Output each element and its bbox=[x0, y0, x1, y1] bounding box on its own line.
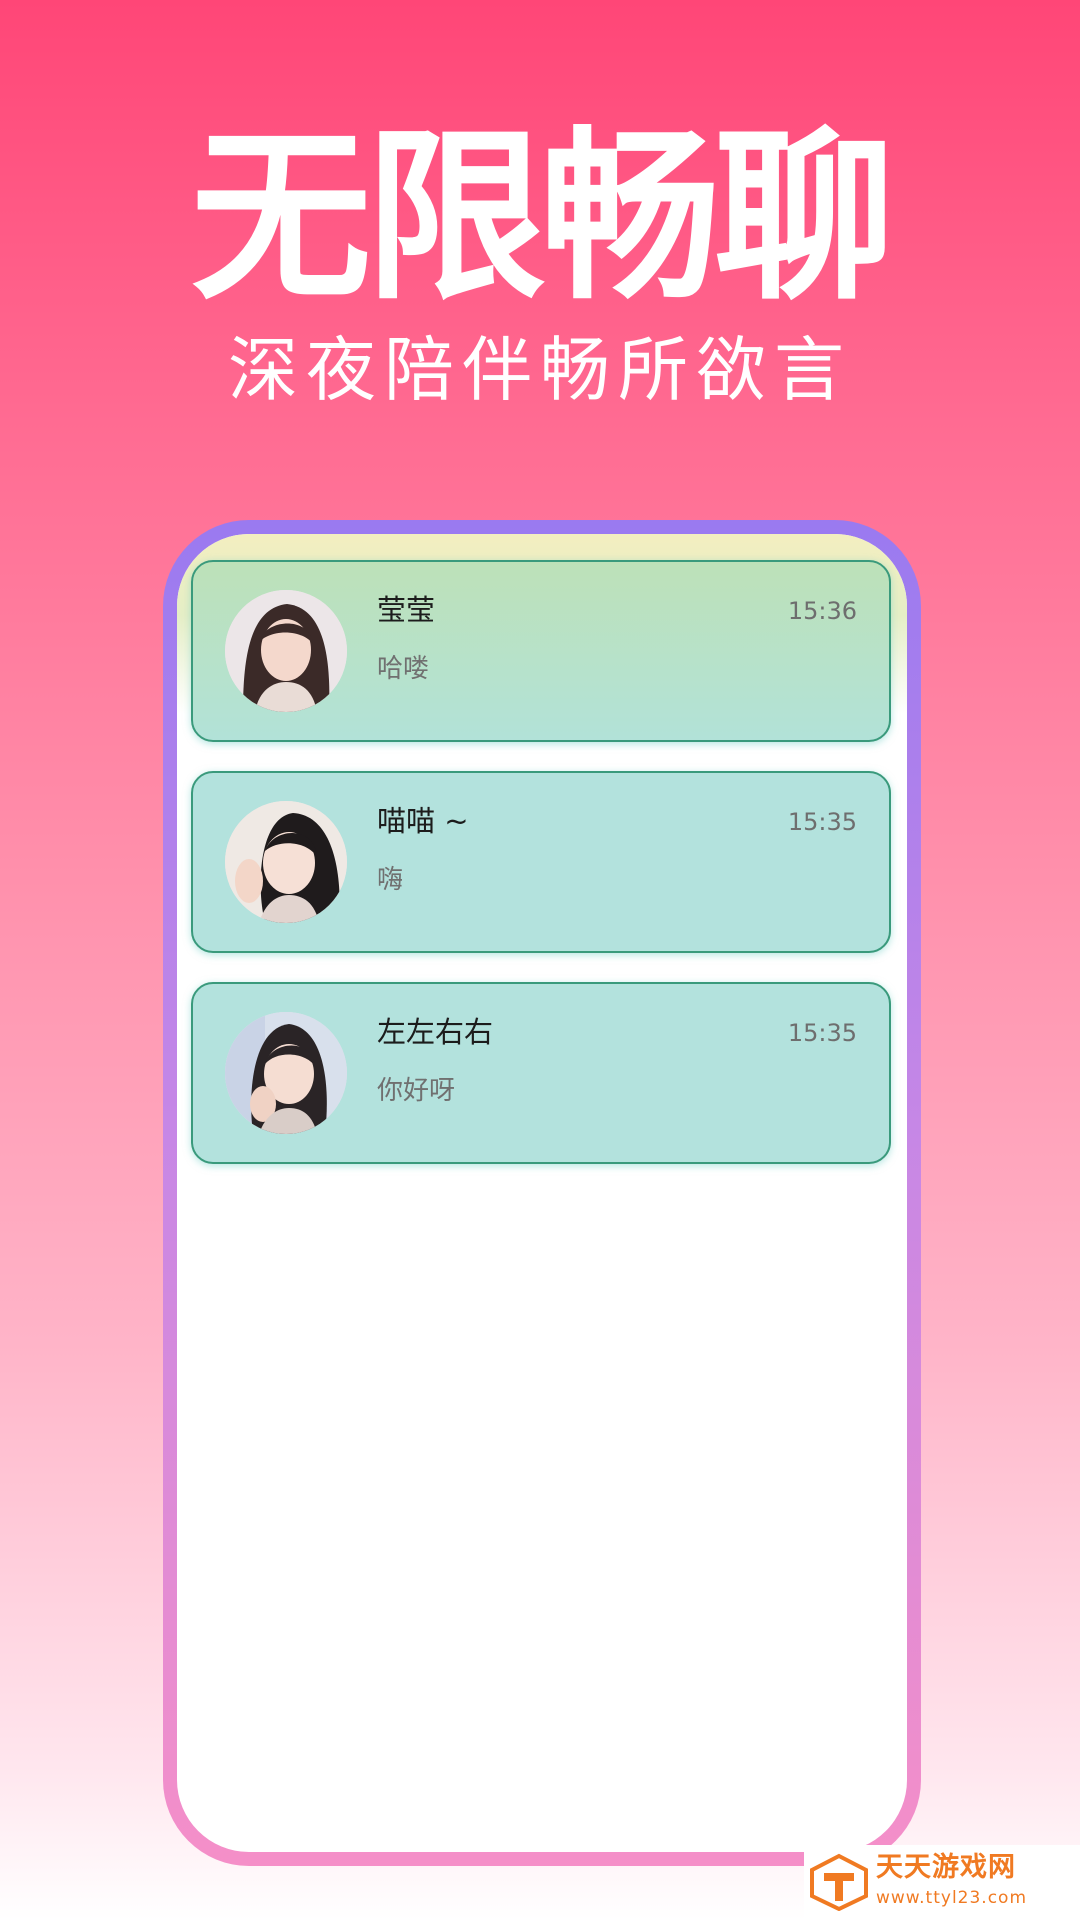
message-preview: 嗨 bbox=[377, 865, 404, 895]
message-preview: 哈喽 bbox=[377, 654, 430, 684]
watermark-site-url: www.ttyl23.com bbox=[876, 1888, 1028, 1908]
contact-name: 喵喵 ~ bbox=[377, 804, 469, 838]
message-time: 15:35 bbox=[787, 808, 857, 836]
chat-item-miaomiao[interactable]: 喵喵 ~ 15:35 嗨 bbox=[191, 771, 891, 953]
contact-name: 莹莹 bbox=[377, 593, 436, 627]
chat-list: 莹莹 15:36 哈喽 喵喵 ~ 15:35 嗨 左左右右 15:35 你好呀 bbox=[191, 560, 891, 1193]
message-time: 15:36 bbox=[787, 597, 857, 625]
phone-screen: 莹莹 15:36 哈喽 喵喵 ~ 15:35 嗨 左左右右 15:35 你好呀 bbox=[177, 534, 907, 1852]
person-avatar-icon bbox=[225, 801, 347, 923]
cube-logo-icon bbox=[810, 1853, 868, 1911]
phone-frame: 莹莹 15:36 哈喽 喵喵 ~ 15:35 嗨 左左右右 15:35 你好呀 bbox=[163, 520, 921, 1866]
watermark-site-name: 天天游戏网 bbox=[876, 1852, 1016, 1883]
person-avatar-icon bbox=[225, 590, 347, 712]
person-avatar-icon bbox=[225, 1012, 347, 1134]
watermark: 天天游戏网 www.ttyl23.com bbox=[804, 1845, 1080, 1920]
chat-item-yingying[interactable]: 莹莹 15:36 哈喽 bbox=[191, 560, 891, 742]
message-time: 15:35 bbox=[787, 1019, 857, 1047]
chat-item-zuozuoyouyou[interactable]: 左左右右 15:35 你好呀 bbox=[191, 982, 891, 1164]
message-preview: 你好呀 bbox=[377, 1076, 456, 1106]
promo-headline: 无限畅聊 bbox=[191, 111, 895, 325]
avatar[interactable] bbox=[225, 1012, 347, 1134]
contact-name: 左左右右 bbox=[377, 1015, 494, 1049]
promo-subheadline: 深夜陪伴畅所欲言 bbox=[228, 329, 852, 411]
avatar[interactable] bbox=[225, 590, 347, 712]
avatar[interactable] bbox=[225, 801, 347, 923]
